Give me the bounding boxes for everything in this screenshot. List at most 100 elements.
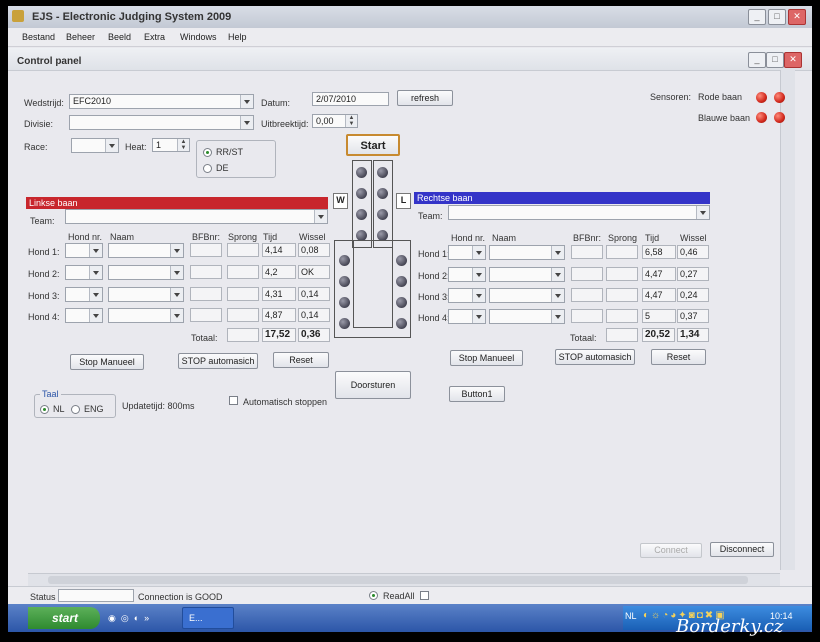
disconnect-button[interactable]: Disconnect [710,542,774,557]
naam-select[interactable] [489,309,565,324]
mode-radio-rrst[interactable] [203,148,212,157]
hond-nr-select[interactable] [65,308,103,323]
hond-nr-select[interactable] [65,287,103,302]
sprong-cell [227,265,259,279]
button1[interactable]: Button1 [449,386,505,402]
naam-select[interactable] [108,243,184,258]
sprong-cell [227,308,259,322]
minimize-icon[interactable]: _ [748,9,766,25]
datum-field[interactable]: 2/07/2010 [312,92,389,106]
quick-launch-icons[interactable]: ◉◎◐» [108,609,188,627]
chevron-down-icon [551,268,564,281]
right-totaal-sprong [606,328,638,342]
bfbnr-cell [190,308,222,322]
row-label: Hond 4: [28,312,60,322]
wissel-cell: 0,08 [298,243,330,257]
datum-label: Datum: [261,98,291,108]
row-label: Hond 3: [418,292,450,302]
bfbnr-cell [190,287,222,301]
lamp [396,255,407,266]
naam-select[interactable] [489,267,565,282]
menu-windows[interactable]: Windows [180,32,217,42]
hond-nr-select[interactable] [448,267,486,282]
spin-icon[interactable]: ▲ ▼ [345,115,357,127]
connect-button[interactable]: Connect [640,543,702,558]
divisie-select[interactable] [69,115,254,130]
hond-nr-select[interactable] [65,243,103,258]
panel-minimize-icon[interactable]: _ [748,52,766,68]
chevron-down-icon [170,266,183,279]
right-stop-automatisch-button[interactable]: STOP automasich [555,349,635,365]
hond-nr-select[interactable] [448,309,486,324]
chevron-down-icon [551,310,564,323]
left-stop-automatisch-button[interactable]: STOP automasich [178,353,258,369]
maximize-icon[interactable]: □ [768,9,786,25]
sprong-cell [227,243,259,257]
panel-close-icon[interactable]: ✕ [784,52,802,68]
menu-extra[interactable]: Extra [144,32,165,42]
menu-help[interactable]: Help [228,32,247,42]
lamp [356,209,367,220]
start-button[interactable]: Start [346,134,400,156]
vertical-scrollbar[interactable] [780,70,795,570]
menu-beeld[interactable]: Beeld [108,32,131,42]
left-reset-button[interactable]: Reset [273,352,329,368]
chevron-down-icon [89,288,102,301]
hond-nr-select[interactable] [448,288,486,303]
button-label: Reset [666,352,691,362]
naam-select[interactable] [489,288,565,303]
hond-nr-select[interactable] [448,245,486,260]
status-label: Status [30,592,56,602]
taal-radio-eng[interactable] [71,405,80,414]
wedstrijd-select[interactable]: EFC2010 [69,94,254,109]
naam-select[interactable] [489,245,565,260]
right-totaal-wissel: 1,34 [677,328,709,342]
bfbnr-cell [571,309,603,323]
race-select[interactable] [71,138,119,153]
naam-select[interactable] [108,265,184,280]
menu-bestand[interactable]: Bestand [22,32,55,42]
readall-radio[interactable] [369,591,378,600]
readall-checkbox[interactable] [420,591,429,600]
naam-select[interactable] [108,287,184,302]
lamp [339,276,350,287]
heat-stepper[interactable]: 1 ▲ ▼ [152,138,190,152]
wissel-cell: 0,46 [677,245,709,259]
taal-radio-nl[interactable] [40,405,49,414]
taskbar-app-button[interactable]: E... [182,607,234,629]
panel-maximize-icon[interactable]: □ [766,52,784,68]
mode-radio-de[interactable] [203,164,212,173]
horizontal-scrollbar[interactable] [28,573,780,586]
refresh-button[interactable]: refresh [397,90,453,106]
start-menu-button[interactable]: start [28,607,100,629]
blauwe-baan-label: Blauwe baan [698,113,751,123]
right-reset-button[interactable]: Reset [651,349,706,365]
bfbnr-cell [571,288,603,302]
close-icon[interactable]: ✕ [788,9,806,25]
auto-stop-checkbox[interactable] [229,396,238,405]
button-label: Button1 [461,389,493,399]
doorsturen-button[interactable]: Doorsturen [335,371,411,399]
right-stop-manueel-button[interactable]: Stop Manueel [450,350,523,366]
start-menu-label: start [52,611,79,625]
readall-label: ReadAll [383,591,415,601]
naam-select[interactable] [108,308,184,323]
right-col-naam: Naam [492,233,517,243]
uitbreektijd-label: Uitbreektijd: [261,119,309,129]
chevron-down-icon [472,268,485,281]
left-col-wissel: Wissel [299,232,326,242]
spin-icon[interactable]: ▲ ▼ [177,139,189,151]
language-indicator[interactable]: NL [625,611,637,621]
right-team-select[interactable] [448,205,710,220]
menu-bar: Bestand Beheer Beeld Extra Windows Help [8,28,812,47]
hond-nr-select[interactable] [65,265,103,280]
menu-beheer[interactable]: Beheer [66,32,95,42]
mode-label-de: DE [216,163,229,173]
row-label: Hond 2: [418,271,450,281]
button-label: Connect [654,545,688,555]
left-stop-manueel-button[interactable]: Stop Manueel [70,354,144,370]
taal-legend: Taal [40,389,61,399]
scroll-thumb[interactable] [48,576,748,584]
left-team-select[interactable] [65,209,328,224]
uitbreektijd-stepper[interactable]: 0,00 ▲ ▼ [312,114,358,128]
